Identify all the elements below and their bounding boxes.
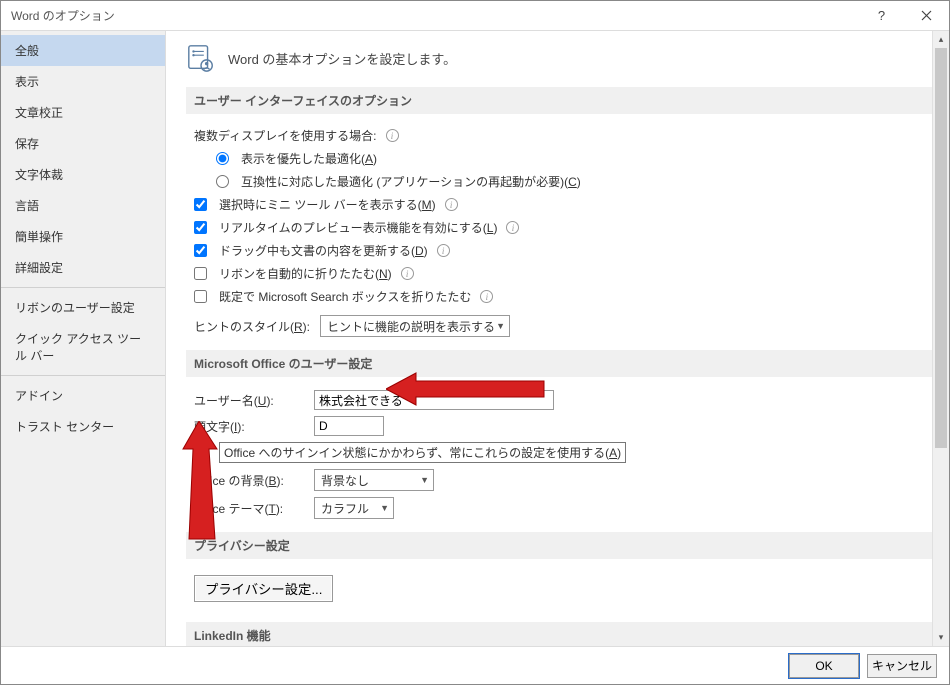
- section-linkedin: LinkedIn 機能: [186, 622, 935, 646]
- chevron-down-icon: ▼: [420, 475, 429, 485]
- scroll-thumb[interactable]: [935, 48, 947, 448]
- close-icon: [921, 10, 932, 21]
- multi-display-label: 複数ディスプレイを使用する場合:: [194, 127, 377, 144]
- radio-compat-label[interactable]: 互換性に対応した最適化 (アプリケーションの再起動が必要)(C): [241, 173, 581, 190]
- ok-button[interactable]: OK: [789, 654, 859, 678]
- options-icon: [186, 43, 216, 73]
- initials-input[interactable]: [314, 416, 384, 436]
- sidebar-item-trust[interactable]: トラスト センター: [1, 411, 165, 442]
- help-button[interactable]: ?: [859, 1, 904, 31]
- chevron-down-icon: ▼: [380, 503, 389, 513]
- scrollbar[interactable]: ▴ ▾: [932, 31, 949, 646]
- header-text: Word の基本オプションを設定します。: [228, 49, 456, 68]
- hint-style-label: ヒントのスタイル(R):: [194, 318, 310, 335]
- chk-collapse-ribbon-label[interactable]: リボンを自動的に折りたたむ(N): [219, 265, 392, 282]
- chk-collapse-search-label[interactable]: 既定で Microsoft Search ボックスを折りたたむ: [219, 288, 471, 305]
- chk-collapse-ribbon[interactable]: [194, 267, 207, 280]
- sidebar-item-typography[interactable]: 文字体裁: [1, 159, 165, 190]
- sidebar-item-ease[interactable]: 簡単操作: [1, 221, 165, 252]
- titlebar: Word のオプション ?: [1, 1, 949, 31]
- info-icon[interactable]: i: [386, 129, 399, 142]
- cancel-button[interactable]: キャンセル: [867, 654, 937, 678]
- info-icon[interactable]: i: [506, 221, 519, 234]
- hint-style-select[interactable]: ヒントに機能の説明を表示する▼: [320, 315, 510, 337]
- radio-display-priority-label[interactable]: 表示を優先した最適化(A): [241, 150, 377, 167]
- chk-always-use[interactable]: [194, 446, 207, 459]
- sidebar-item-language[interactable]: 言語: [1, 190, 165, 221]
- chk-live-preview[interactable]: [194, 221, 207, 234]
- chk-always-use-label[interactable]: Office へのサインイン状態にかかわらず、常にこれらの設定を使用する(A): [219, 442, 626, 463]
- info-icon[interactable]: i: [401, 267, 414, 280]
- chk-minibar[interactable]: [194, 198, 207, 211]
- chevron-down-icon: ▼: [496, 321, 505, 331]
- username-label: ユーザー名(U):: [194, 392, 304, 409]
- info-icon[interactable]: i: [480, 290, 493, 303]
- sidebar-item-display[interactable]: 表示: [1, 66, 165, 97]
- section-office-user: Microsoft Office のユーザー設定: [186, 350, 935, 377]
- scroll-down-button[interactable]: ▾: [933, 629, 949, 646]
- radio-compat[interactable]: [216, 175, 229, 188]
- section-privacy: プライバシー設定: [186, 532, 935, 559]
- sidebar-item-addins[interactable]: アドイン: [1, 380, 165, 411]
- office-theme-label: Office テーマ(T):: [194, 500, 304, 517]
- chk-drag-update[interactable]: [194, 244, 207, 257]
- chk-minibar-label[interactable]: 選択時にミニ ツール バーを表示する(M): [219, 196, 436, 213]
- office-bg-label: Office の背景(B):: [194, 472, 304, 489]
- sidebar-item-proofing[interactable]: 文章校正: [1, 97, 165, 128]
- chk-collapse-search[interactable]: [194, 290, 207, 303]
- section-ui-options: ユーザー インターフェイスのオプション: [186, 87, 935, 114]
- info-icon[interactable]: i: [445, 198, 458, 211]
- office-theme-select[interactable]: カラフル▼: [314, 497, 394, 519]
- dialog-footer: OK キャンセル: [1, 646, 949, 684]
- initials-label: 頭文字(I):: [194, 418, 304, 435]
- chk-drag-update-label[interactable]: ドラッグ中も文書の内容を更新する(D): [219, 242, 428, 259]
- close-button[interactable]: [904, 1, 949, 31]
- office-bg-select[interactable]: 背景なし▼: [314, 469, 434, 491]
- dialog-title: Word のオプション: [11, 7, 859, 24]
- sidebar-item-qat[interactable]: クイック アクセス ツール バー: [1, 323, 165, 371]
- sidebar-item-general[interactable]: 全般: [1, 35, 165, 66]
- sidebar: 全般 表示 文章校正 保存 文字体裁 言語 簡単操作 詳細設定 リボンのユーザー…: [1, 31, 166, 646]
- username-input[interactable]: [314, 390, 554, 410]
- sidebar-item-save[interactable]: 保存: [1, 128, 165, 159]
- sidebar-item-advanced[interactable]: 詳細設定: [1, 252, 165, 283]
- scroll-up-button[interactable]: ▴: [933, 31, 949, 48]
- sidebar-item-ribbon[interactable]: リボンのユーザー設定: [1, 292, 165, 323]
- info-icon[interactable]: i: [437, 244, 450, 257]
- privacy-settings-button[interactable]: プライバシー設定...: [194, 575, 333, 602]
- radio-display-priority[interactable]: [216, 152, 229, 165]
- chk-live-preview-label[interactable]: リアルタイムのプレビュー表示機能を有効にする(L): [219, 219, 497, 236]
- content-area: Word の基本オプションを設定します。 ユーザー インターフェイスのオプション…: [166, 31, 949, 646]
